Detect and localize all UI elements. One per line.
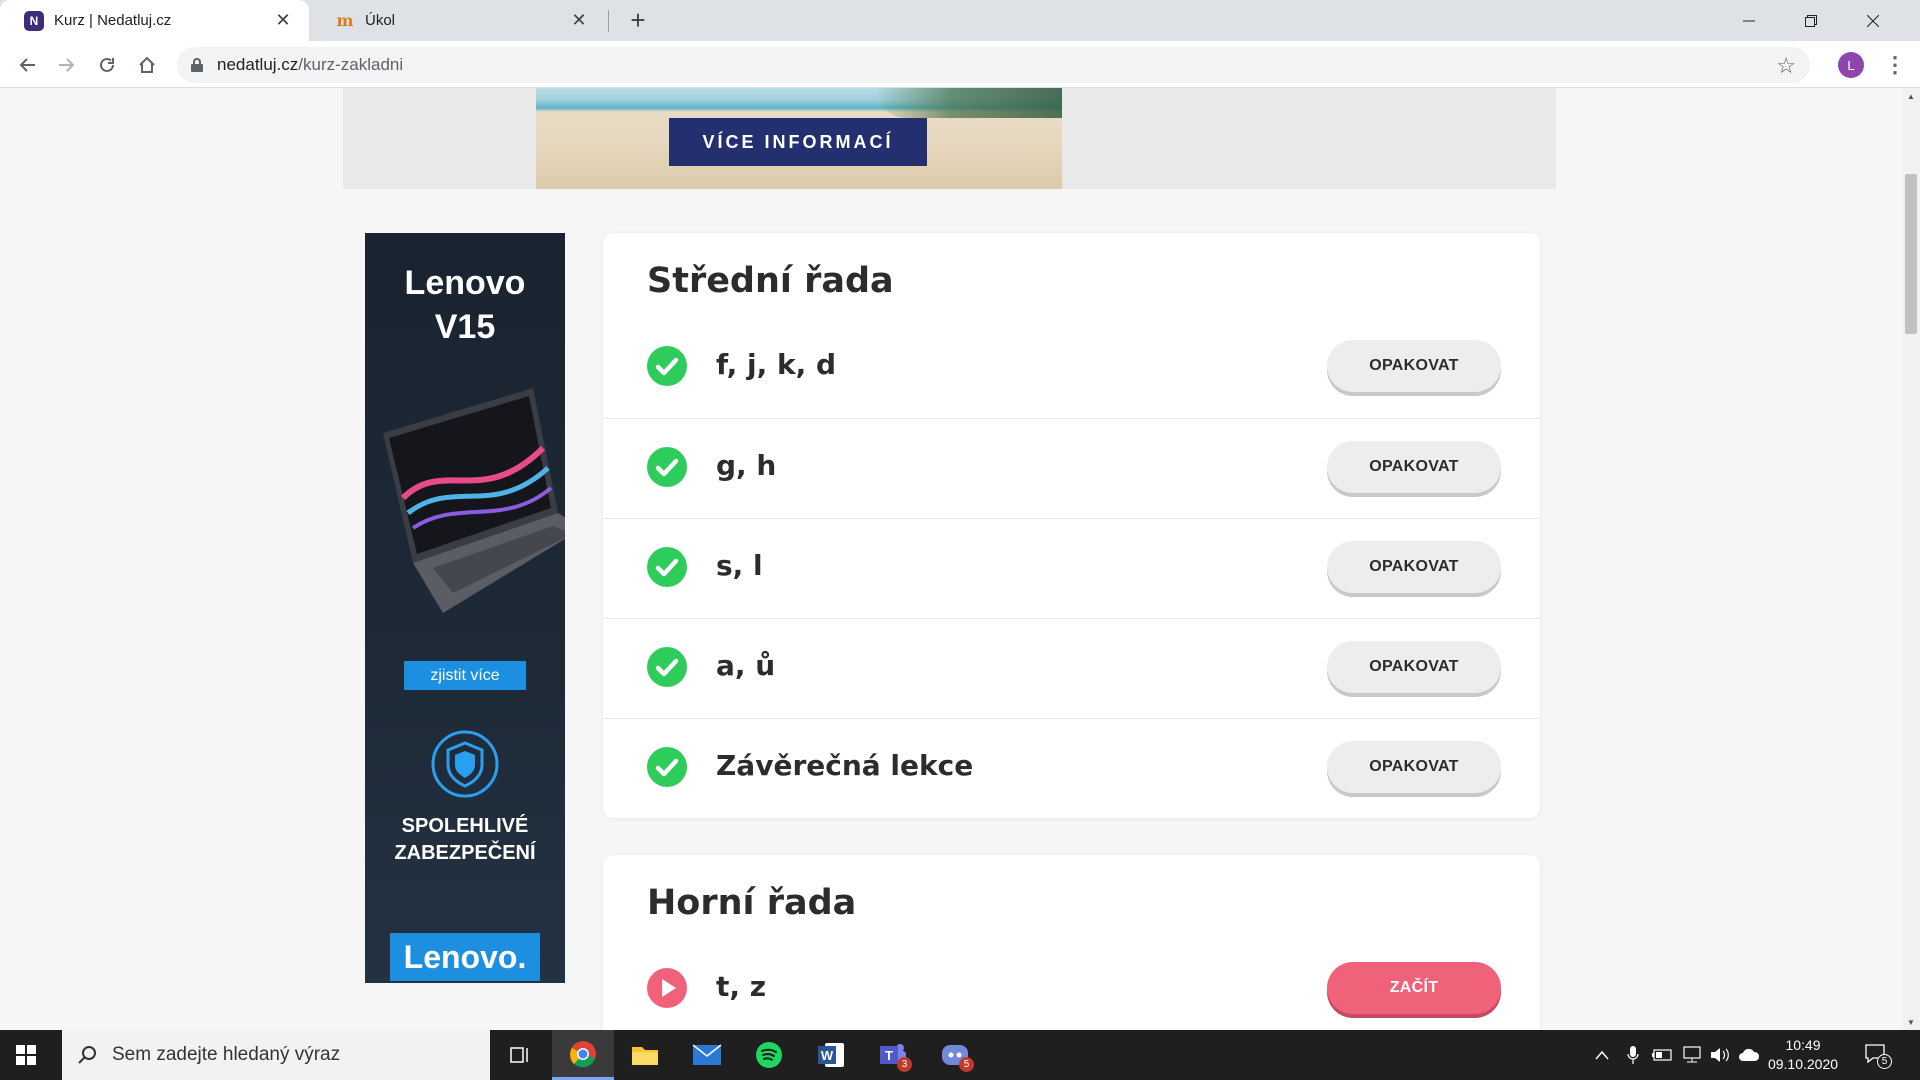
tab-title: Úkol xyxy=(365,12,396,29)
windows-start-icon[interactable] xyxy=(16,1045,36,1065)
ad-product-title: Lenovo V15 xyxy=(404,264,526,346)
close-window-icon[interactable] xyxy=(1842,0,1904,41)
restore-icon[interactable] xyxy=(1780,0,1842,41)
security-text: SPOLEHLIVÉ ZABEZPEČENÍ xyxy=(394,815,536,864)
lesson-label: a, ů xyxy=(716,649,776,682)
lesson-row: g, h OPAKOVAT xyxy=(603,418,1540,518)
repeat-lesson-button[interactable]: OPAKOVAT xyxy=(1327,340,1501,392)
forward-arrow-icon[interactable] xyxy=(50,48,84,82)
section-title: Střední řada xyxy=(647,261,894,301)
scrollbar-thumb[interactable] xyxy=(1905,174,1917,334)
taskbar-search-box[interactable]: Sem zadejte hledaný výraz xyxy=(62,1030,490,1080)
discord-badge: 5 xyxy=(959,1057,974,1072)
bookmark-star-icon[interactable]: ☆ xyxy=(1776,53,1796,79)
repeat-lesson-button[interactable]: OPAKOVAT xyxy=(1327,441,1501,493)
palm-trees-image xyxy=(876,88,1062,118)
file-explorer-icon[interactable] xyxy=(614,1030,676,1080)
lesson-row: Závěrečná lekce OPAKOVAT xyxy=(603,718,1540,818)
spotify-icon[interactable] xyxy=(738,1030,800,1080)
reload-icon[interactable] xyxy=(90,48,124,82)
system-clock[interactable]: 10:49 09.10.2020 xyxy=(1760,1036,1846,1074)
lesson-label: f, j, k, d xyxy=(716,348,837,381)
lesson-label: Závěrečná lekce xyxy=(716,749,974,782)
repeat-lesson-button[interactable]: OPAKOVAT xyxy=(1327,641,1501,693)
lenovo-side-ad[interactable]: Lenovo V15 zjistit více SPOLEHLIVÉ ZABEZ… xyxy=(365,233,565,983)
new-tab-plus-icon[interactable]: + xyxy=(624,5,652,35)
tab-title: Kurz | Nedatluj.cz xyxy=(54,12,172,29)
onedrive-cloud-icon[interactable] xyxy=(1736,1030,1762,1080)
word-icon[interactable]: W xyxy=(800,1030,862,1080)
repeat-lesson-button[interactable]: OPAKOVAT xyxy=(1327,541,1501,593)
action-center-notification-icon[interactable]: 5 xyxy=(1864,1043,1892,1069)
lesson-label: s, l xyxy=(716,549,763,582)
browser-toolbar: nedatluj.cz/kurz-zakladni ☆ L ⋮ xyxy=(0,41,1920,88)
windows-taskbar: Sem zadejte hledaný výraz W T 3 5 10:49 … xyxy=(0,1030,1920,1080)
moodle-favicon-icon: m xyxy=(336,11,354,30)
lock-icon[interactable] xyxy=(191,58,203,72)
page-scrollbar[interactable]: ▲ ▼ xyxy=(1902,88,1920,1030)
checkmark-icon xyxy=(647,547,687,587)
search-placeholder: Sem zadejte hledaný výraz xyxy=(112,1044,341,1065)
lenovo-logo: Lenovo. xyxy=(390,933,540,981)
shield-icon xyxy=(431,730,499,798)
notification-count-badge: 5 xyxy=(1877,1054,1892,1069)
tab-ukol[interactable]: m Úkol ✕ xyxy=(311,0,605,41)
clock-date: 09.10.2020 xyxy=(1767,1056,1839,1072)
lesson-row: s, l OPAKOVAT xyxy=(603,518,1540,618)
back-arrow-icon[interactable] xyxy=(10,48,44,82)
tab-divider xyxy=(608,10,609,32)
microphone-icon[interactable] xyxy=(1620,1030,1646,1080)
section-card-stredni-rada: Střední řada f, j, k, d OPAKOVAT g, h OP… xyxy=(603,233,1540,818)
checkmark-icon xyxy=(647,346,687,386)
lesson-row: t, z ZAČÍT xyxy=(603,940,1540,1030)
section-title: Horní řada xyxy=(647,883,857,923)
lesson-row: f, j, k, d OPAKOVAT xyxy=(603,318,1540,418)
lesson-label: t, z xyxy=(716,970,767,1003)
section-card-horni-rada: Horní řada t, z ZAČÍT xyxy=(603,855,1540,1030)
close-tab-icon[interactable]: ✕ xyxy=(271,9,295,33)
svg-text:T: T xyxy=(885,1048,893,1063)
beach-ad-image[interactable]: VÍCE INFORMACÍ xyxy=(536,88,1062,189)
repeat-lesson-button[interactable]: OPAKOVAT xyxy=(1327,741,1501,793)
more-info-ad-button[interactable]: VÍCE INFORMACÍ xyxy=(669,118,927,166)
checkmark-icon xyxy=(647,447,687,487)
lesson-label: g, h xyxy=(716,449,777,482)
svg-text:W: W xyxy=(821,1048,834,1063)
page-viewport: VÍCE INFORMACÍ Lenovo V15 zjistit více S… xyxy=(0,88,1902,1030)
discord-icon[interactable]: 5 xyxy=(924,1030,986,1080)
volume-icon[interactable] xyxy=(1708,1030,1734,1080)
checkmark-icon xyxy=(647,647,687,687)
scroll-up-arrow-icon[interactable]: ▲ xyxy=(1902,88,1920,104)
mail-icon[interactable] xyxy=(676,1030,738,1080)
laptop-image xyxy=(383,388,565,613)
url-text: nedatluj.cz/kurz-zakladni xyxy=(217,55,404,74)
checkmark-icon xyxy=(647,747,687,787)
find-out-more-ad-button[interactable]: zjistit více xyxy=(404,661,526,690)
teams-badge: 3 xyxy=(897,1057,912,1072)
browser-tab-strip: N Kurz | Nedatluj.cz ✕ m Úkol ✕ + xyxy=(0,0,1920,41)
top-banner-ad: VÍCE INFORMACÍ xyxy=(343,88,1556,189)
profile-avatar[interactable]: L xyxy=(1838,52,1864,78)
start-lesson-button[interactable]: ZAČÍT xyxy=(1327,962,1501,1014)
close-tab-icon[interactable]: ✕ xyxy=(567,9,591,33)
task-view-icon[interactable] xyxy=(488,1030,550,1080)
minimize-icon[interactable] xyxy=(1718,0,1780,41)
network-icon[interactable] xyxy=(1678,1030,1706,1080)
chrome-taskbar-icon[interactable] xyxy=(552,1030,614,1080)
teams-icon[interactable]: T 3 xyxy=(862,1030,924,1080)
lesson-row: a, ů OPAKOVAT xyxy=(603,618,1540,718)
play-icon xyxy=(647,968,687,1008)
clock-time: 10:49 xyxy=(1785,1037,1821,1053)
nedatluj-favicon-icon: N xyxy=(24,10,44,31)
home-icon[interactable] xyxy=(130,48,164,82)
search-icon xyxy=(78,1046,96,1064)
scroll-down-arrow-icon[interactable]: ▼ xyxy=(1902,1014,1920,1030)
battery-icon[interactable] xyxy=(1648,1030,1676,1080)
show-hidden-icons-chevron-up-icon[interactable] xyxy=(1590,1030,1614,1080)
tab-kurz[interactable]: N Kurz | Nedatluj.cz ✕ xyxy=(0,0,309,41)
address-bar[interactable]: nedatluj.cz/kurz-zakladni ☆ xyxy=(177,47,1810,83)
chrome-menu-icon[interactable]: ⋮ xyxy=(1880,50,1910,80)
